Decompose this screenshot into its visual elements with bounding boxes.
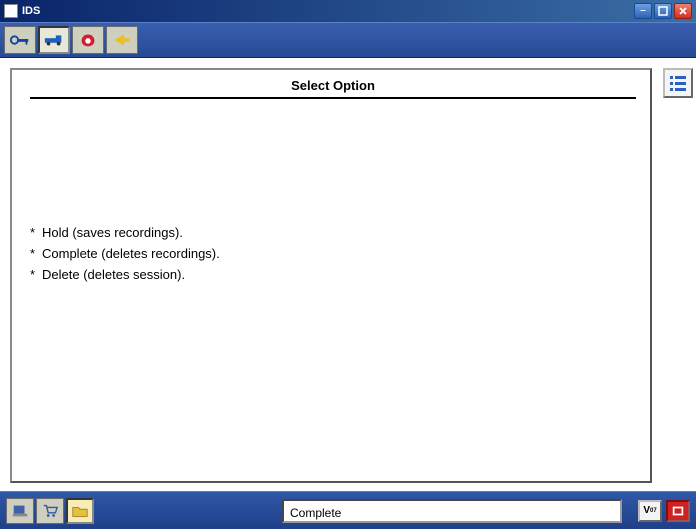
main-toolbar [0, 22, 696, 58]
options-list: *Hold (saves recordings). *Complete (del… [30, 219, 636, 288]
close-button[interactable] [674, 3, 692, 19]
version-label: V [643, 505, 650, 516]
list-item: *Delete (deletes session). [30, 267, 636, 282]
cart-icon[interactable] [36, 498, 64, 524]
diagnostic-icon[interactable] [72, 26, 104, 54]
version-sub: 07 [650, 508, 657, 514]
vehicle-icon[interactable] [38, 26, 70, 54]
app-icon [4, 4, 18, 18]
maximize-button[interactable] [654, 3, 672, 19]
list-item: *Complete (deletes recordings). [30, 246, 636, 261]
bottom-right-indicators: V07 [638, 500, 690, 522]
folder-open-icon[interactable] [66, 498, 94, 524]
panel-divider [30, 97, 636, 99]
key-icon[interactable] [4, 26, 36, 54]
main-panel: Select Option *Hold (saves recordings). … [10, 68, 652, 483]
side-rail [660, 58, 696, 491]
window-controls: – [634, 3, 692, 19]
record-indicator-icon[interactable] [666, 500, 690, 522]
bottom-bar: Complete V07 [0, 491, 696, 529]
version-indicator[interactable]: V07 [638, 500, 662, 522]
content-area: Select Option *Hold (saves recordings). … [0, 58, 696, 491]
list-item: *Hold (saves recordings). [30, 225, 636, 240]
status-field: Complete [282, 499, 622, 523]
bottom-left-buttons [6, 498, 94, 524]
panel-heading: Select Option [30, 76, 636, 97]
system-icon[interactable] [6, 498, 34, 524]
window-title: IDS [22, 5, 630, 17]
list-menu-icon[interactable] [663, 68, 693, 98]
window-titlebar: IDS – [0, 0, 696, 22]
minimize-button[interactable]: – [634, 3, 652, 19]
option-text: Hold (saves recordings). [42, 225, 183, 240]
option-text: Complete (deletes recordings). [42, 246, 220, 261]
option-text: Delete (deletes session). [42, 267, 185, 282]
back-arrow-icon[interactable] [106, 26, 138, 54]
